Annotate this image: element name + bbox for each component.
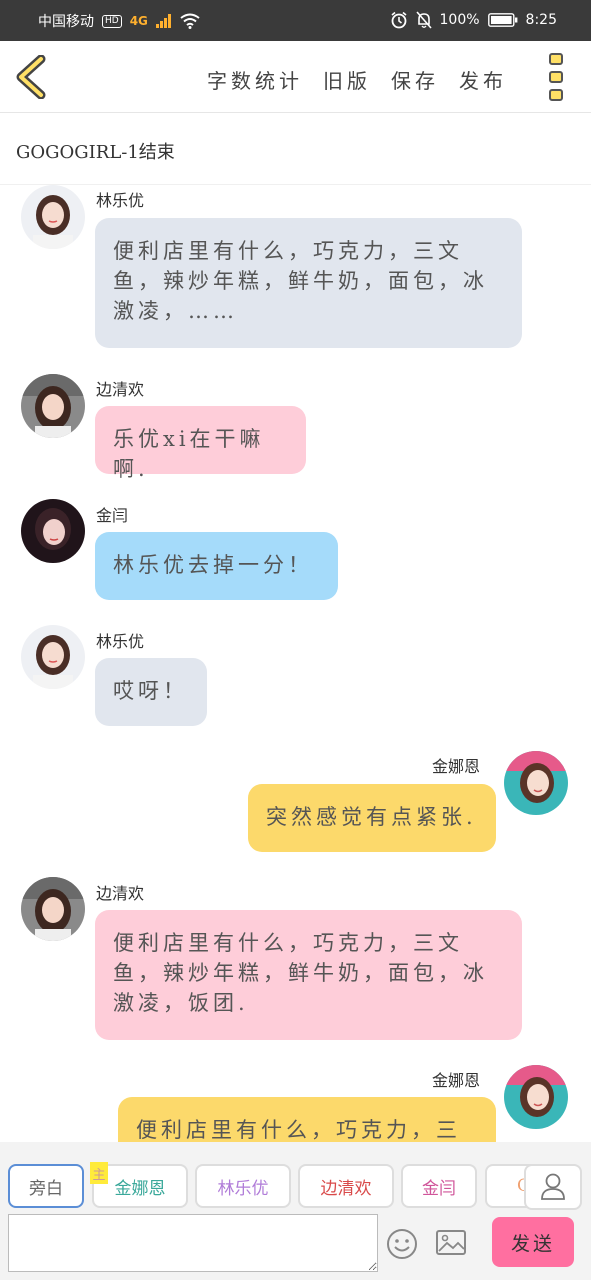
network-type: 4G <box>129 14 148 28</box>
word-count-button[interactable]: 字数统计 <box>207 65 303 94</box>
composer-panel: 旁白 金娜恩 主 林乐优 边清欢 金闫 GIF 发送 <box>0 1142 591 1280</box>
publish-button[interactable]: 发布 <box>459 65 507 94</box>
avatar[interactable] <box>21 374 85 438</box>
speaker-name: 边清欢 <box>96 380 145 399</box>
add-role-button[interactable] <box>524 1164 582 1210</box>
avatar[interactable] <box>21 877 85 941</box>
clock: 8:25 <box>525 12 557 28</box>
old-version-button[interactable]: 旧版 <box>323 65 371 94</box>
message-bubble[interactable]: 突然感觉有点紧张. <box>248 784 496 852</box>
chat-area[interactable]: 林乐优 便利店里有什么，巧克力，三文鱼，辣炒年糕，鲜牛奶，面包，冰激凌，…… 边… <box>0 185 591 1142</box>
message-bubble[interactable]: 便利店里有什么，巧克力，三文鱼，辣炒年糕，鲜牛奶，面包，冰激凌，饭团. <box>95 910 522 1040</box>
role-chip-narration[interactable]: 旁白 <box>8 1164 84 1208</box>
person-icon <box>541 1173 565 1200</box>
send-button[interactable]: 发送 <box>492 1217 574 1267</box>
role-chip-jin-yan[interactable]: 金闫 <box>401 1164 477 1208</box>
message-bubble[interactable]: 林乐优去掉一分！ <box>95 532 338 600</box>
carrier-label: 中国移动 <box>38 14 94 30</box>
more-menu-button[interactable] <box>549 53 569 101</box>
role-chip-bian-qinghuan[interactable]: 边清欢 <box>298 1164 394 1208</box>
chevron-left-icon <box>16 54 46 100</box>
toolbar-actions: 字数统计 旧版 保存 发布 <box>207 65 507 94</box>
speaker-name: 边清欢 <box>96 884 145 903</box>
speaker-name: 林乐优 <box>96 191 145 210</box>
more-dot-icon <box>549 89 563 101</box>
image-button[interactable] <box>435 1228 467 1258</box>
speaker-name: 金闫 <box>96 506 129 525</box>
smiley-icon <box>387 1229 417 1259</box>
speaker-name: 林乐优 <box>96 632 145 651</box>
back-button[interactable] <box>14 54 48 100</box>
role-chip-lin-leyou[interactable]: 林乐优 <box>195 1164 291 1208</box>
avatar[interactable] <box>21 499 85 563</box>
avatar[interactable] <box>21 625 85 689</box>
signal-icon <box>155 14 171 28</box>
more-dot-icon <box>549 53 563 65</box>
message-bubble[interactable]: 便利店里有什么，巧克力，三文鱼，辣炒年糕，鲜牛奶，面包，冰激凌，…… <box>95 218 522 348</box>
more-dot-icon <box>549 71 563 83</box>
save-button[interactable]: 保存 <box>391 65 439 94</box>
message-bubble[interactable]: 哎呀！ <box>95 658 207 726</box>
avatar[interactable] <box>504 1065 568 1129</box>
role-selector: 旁白 金娜恩 主 林乐优 边清欢 金闫 GIF <box>8 1162 583 1210</box>
message-bubble[interactable]: 便利店里有什么，巧克力，三 <box>118 1097 496 1142</box>
hd-badge: HD <box>102 14 122 28</box>
message-input[interactable] <box>8 1214 378 1272</box>
mute-bell-icon <box>415 11 432 29</box>
avatar[interactable] <box>504 751 568 815</box>
story-title: GOGOGIRL-1结束 <box>16 142 175 163</box>
alarm-icon <box>391 11 407 29</box>
avatar[interactable] <box>21 185 85 249</box>
emoji-button[interactable] <box>386 1228 418 1260</box>
battery-percent: 100% <box>439 12 480 28</box>
message-bubble[interactable]: 乐优xi在干嘛啊. <box>95 406 306 481</box>
speaker-name: 金娜恩 <box>432 757 481 776</box>
wifi-icon <box>180 13 200 29</box>
top-toolbar: 字数统计 旧版 保存 发布 <box>0 41 591 113</box>
status-bar: 中国移动 HD 4G 100% 8:25 <box>0 0 591 41</box>
image-icon <box>436 1230 466 1255</box>
speaker-name: 金娜恩 <box>432 1071 481 1090</box>
battery-icon <box>487 13 517 27</box>
main-role-badge: 主 <box>90 1162 108 1184</box>
